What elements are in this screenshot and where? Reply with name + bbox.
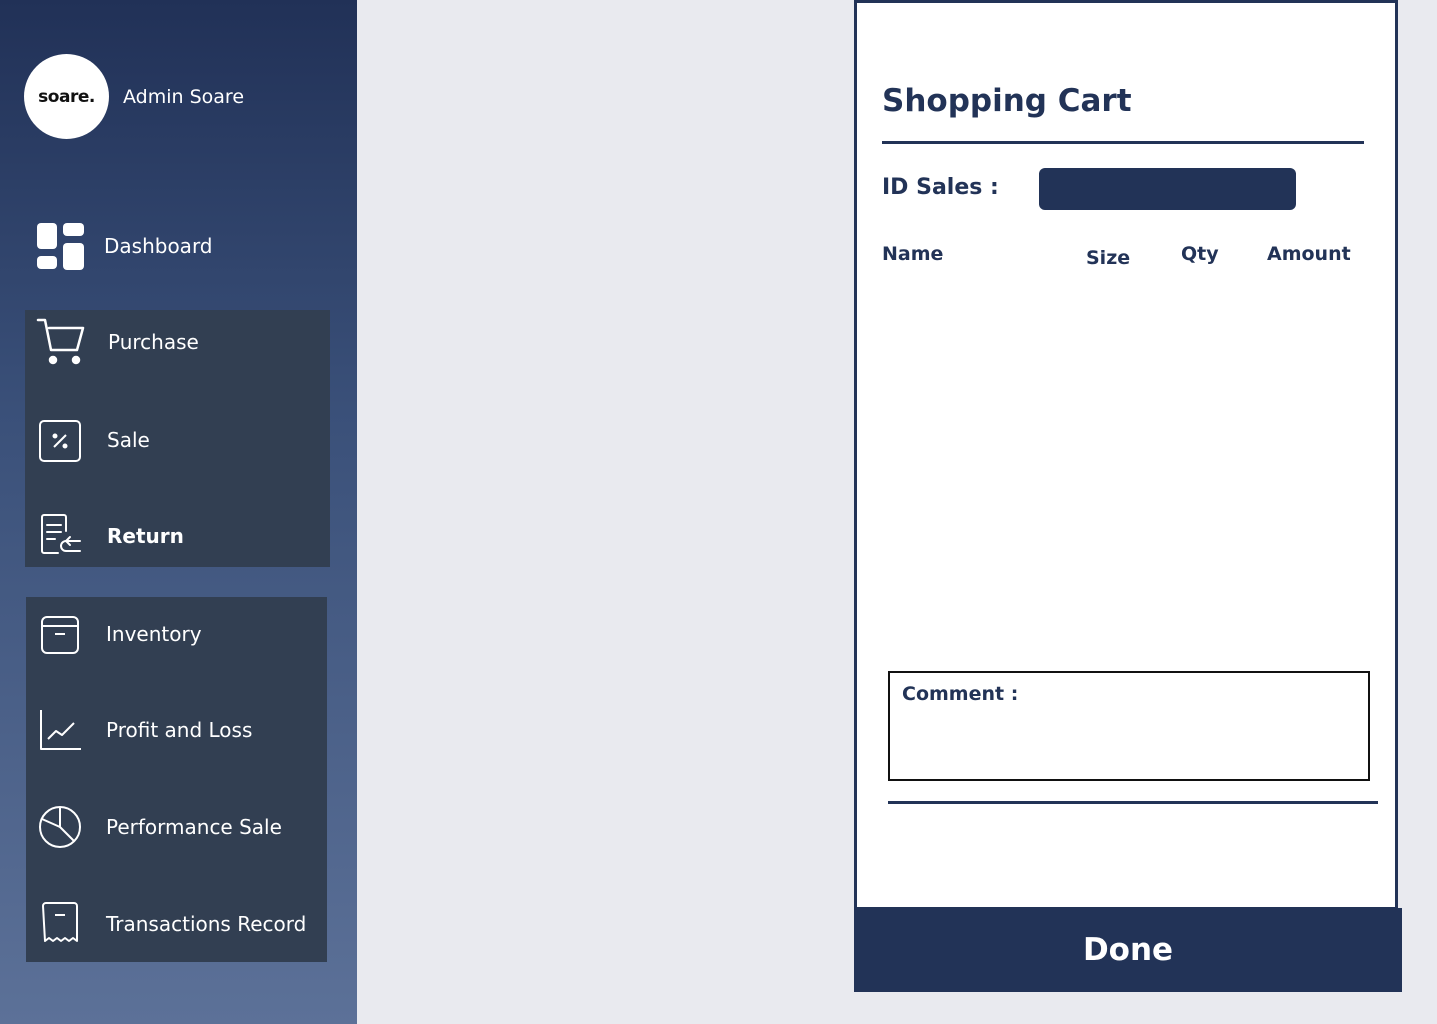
cart-title: Shopping Cart: [882, 83, 1132, 119]
id-sales-input[interactable]: [1039, 168, 1296, 210]
discount-icon: [36, 415, 86, 465]
sidebar-item-purchase[interactable]: Purchase: [36, 317, 199, 367]
sidebar-item-sale[interactable]: Sale: [36, 415, 150, 465]
divider: [888, 801, 1378, 804]
divider: [882, 141, 1364, 144]
sidebar-item-label: Transactions Record: [106, 912, 307, 936]
sidebar-item-dashboard[interactable]: Dashboard: [36, 221, 213, 271]
sidebar-item-label: Inventory: [106, 622, 202, 646]
sidebar-item-performance-sale[interactable]: Performance Sale: [36, 802, 282, 852]
sidebar-item-label: Return: [107, 524, 184, 548]
archive-box-icon: [36, 609, 86, 659]
sidebar: soare. Admin Soare Dashboard Purchase Sa…: [0, 0, 357, 1024]
comment-box: Comment :: [888, 671, 1370, 781]
cart-icon: [36, 317, 86, 367]
receipt-icon: [36, 899, 86, 949]
sidebar-item-inventory[interactable]: Inventory: [36, 609, 202, 659]
line-chart-icon: [36, 705, 86, 755]
sidebar-item-return[interactable]: Return: [36, 511, 184, 561]
profile: soare. Admin Soare: [24, 54, 244, 139]
comment-label: Comment :: [902, 683, 1019, 705]
pie-chart-icon: [36, 802, 86, 852]
sidebar-item-profit-loss[interactable]: Profit and Loss: [36, 705, 252, 755]
admin-name: Admin Soare: [123, 85, 245, 108]
comment-input[interactable]: [902, 713, 1358, 773]
column-header-qty: Qty: [1181, 243, 1219, 265]
return-receipt-icon: [36, 511, 86, 561]
sidebar-item-label: Purchase: [108, 330, 199, 354]
sidebar-item-label: Dashboard: [104, 234, 213, 258]
column-header-name: Name: [882, 243, 944, 265]
column-header-size: Size: [1086, 247, 1131, 269]
brand-logo: soare.: [24, 54, 109, 139]
done-button[interactable]: Done: [854, 908, 1402, 992]
column-header-amount: Amount: [1267, 243, 1351, 265]
sidebar-item-label: Performance Sale: [106, 815, 282, 839]
shopping-cart-panel: Shopping Cart ID Sales : Name Size Qty A…: [854, 0, 1398, 910]
sidebar-item-label: Sale: [107, 428, 150, 452]
sidebar-item-transactions-record[interactable]: Transactions Record: [36, 899, 306, 949]
dashboard-icon: [36, 221, 86, 271]
sidebar-item-label: Profit and Loss: [106, 718, 253, 742]
id-sales-label: ID Sales :: [882, 175, 999, 200]
app-root: soare. Admin Soare Dashboard Purchase Sa…: [0, 0, 1437, 1024]
